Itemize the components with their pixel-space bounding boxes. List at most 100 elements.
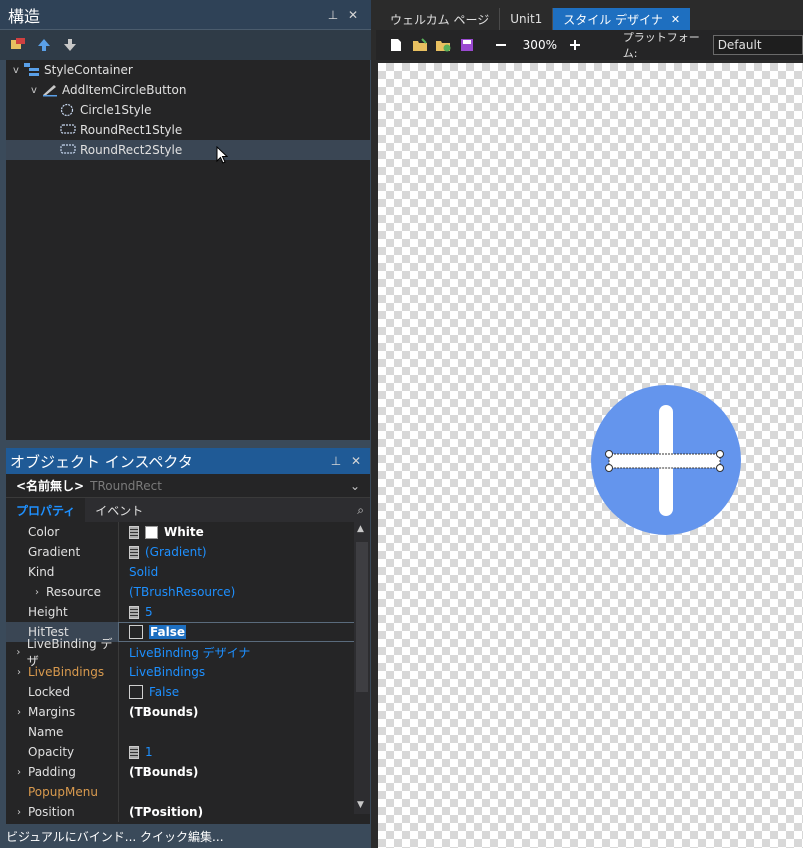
height-value: 5 bbox=[145, 605, 153, 619]
property-row-livebindings[interactable]: › LiveBindings LiveBindings bbox=[6, 662, 370, 682]
property-name: Gradient bbox=[28, 545, 81, 559]
property-row-position[interactable]: › Position (TPosition) bbox=[6, 802, 370, 822]
property-value[interactable] bbox=[118, 782, 370, 802]
property-value[interactable]: Solid bbox=[118, 562, 370, 582]
close-icon[interactable]: ✕ bbox=[346, 454, 366, 468]
move-down-icon[interactable] bbox=[60, 35, 80, 55]
resource-name: Resource bbox=[46, 585, 102, 599]
tree-item-label: Circle1Style bbox=[80, 103, 152, 117]
property-value[interactable]: (TPosition) bbox=[118, 802, 370, 822]
chevron-right-icon[interactable]: › bbox=[10, 707, 28, 718]
object-type: TRoundRect bbox=[90, 478, 162, 493]
property-name: Height bbox=[28, 605, 68, 619]
tree-item-additemcirclebutton[interactable]: v AddItemCircleButton bbox=[6, 80, 370, 100]
property-value[interactable]: LiveBindings bbox=[118, 662, 370, 682]
search-icon[interactable]: ⌕ bbox=[357, 503, 364, 518]
property-value-editor[interactable]: False ⌄ bbox=[118, 622, 370, 642]
property-value[interactable]: (TBrushResource) bbox=[118, 582, 370, 602]
scroll-thumb[interactable] bbox=[356, 542, 368, 692]
property-name: › Padding bbox=[6, 762, 118, 782]
resize-handle[interactable] bbox=[605, 450, 613, 458]
tree-item-stylecontainer[interactable]: v StyleContainer bbox=[6, 60, 370, 80]
property-row-popupmenu[interactable]: PopupMenu bbox=[6, 782, 370, 802]
tab-welcome-page[interactable]: ウェルカム ページ bbox=[380, 8, 501, 30]
tab-unit1[interactable]: Unit1 bbox=[500, 8, 554, 30]
design-canvas[interactable] bbox=[378, 63, 803, 848]
property-row-name[interactable]: Name bbox=[6, 722, 370, 742]
roundrect-horizontal-shape[interactable] bbox=[608, 453, 721, 469]
platform-select[interactable]: Default bbox=[712, 35, 803, 55]
tree-item-roundrect1style[interactable]: RoundRect1Style bbox=[6, 120, 370, 140]
tree-item-circle1style[interactable]: Circle1Style bbox=[6, 100, 370, 120]
chevron-down-icon[interactable]: v bbox=[26, 85, 42, 96]
chevron-down-icon[interactable]: ⌄ bbox=[350, 479, 360, 493]
chevron-right-icon[interactable]: › bbox=[10, 667, 28, 678]
property-row-resource[interactable]: › Resource (TBrushResource) bbox=[6, 582, 370, 602]
livebindings-name: LiveBindings bbox=[28, 665, 105, 679]
document-tabs: ウェルカム ページ Unit1 スタイル デザイナ ✕ bbox=[376, 0, 803, 30]
film-icon bbox=[129, 545, 139, 559]
property-value[interactable]: (Gradient) bbox=[118, 542, 370, 562]
zoom-out-icon[interactable] bbox=[491, 35, 511, 55]
open-folder-icon[interactable] bbox=[410, 35, 430, 55]
property-value[interactable]: (TBounds) bbox=[118, 702, 370, 722]
property-name: › Resource bbox=[6, 582, 118, 602]
property-value[interactable]: False bbox=[118, 682, 370, 702]
tab-events[interactable]: イベント bbox=[85, 498, 153, 522]
property-row-kind[interactable]: Kind Solid bbox=[6, 562, 370, 582]
resize-handle[interactable] bbox=[716, 464, 724, 472]
chevron-right-icon[interactable]: › bbox=[10, 767, 28, 778]
color-value: White bbox=[164, 525, 204, 539]
property-row-livebinding-designer[interactable]: › LiveBinding デザ LiveBinding デザイナ bbox=[6, 637, 370, 668]
chevron-down-icon[interactable]: v bbox=[8, 65, 24, 76]
property-value[interactable]: (TBounds) bbox=[118, 762, 370, 782]
add-folder-icon[interactable] bbox=[433, 35, 453, 55]
property-row-height[interactable]: Height 5 bbox=[6, 602, 370, 622]
film-icon bbox=[129, 605, 139, 619]
chevron-right-icon[interactable]: › bbox=[10, 807, 28, 818]
bind-visually-link[interactable]: ビジュアルにバインド... クイック編集... bbox=[6, 828, 224, 845]
property-row-opacity[interactable]: Opacity 1 bbox=[6, 742, 370, 762]
platform-label: プラットフォーム: bbox=[622, 31, 700, 60]
property-value[interactable]: White bbox=[118, 522, 370, 542]
property-name: › LiveBindings bbox=[6, 662, 118, 682]
resize-handle[interactable] bbox=[716, 450, 724, 458]
save-icon[interactable] bbox=[457, 35, 477, 55]
tab-properties[interactable]: プロパティ bbox=[6, 498, 86, 522]
move-up-icon[interactable] bbox=[34, 35, 54, 55]
chevron-right-icon[interactable]: › bbox=[28, 587, 46, 598]
pin-icon[interactable]: ⊥ bbox=[326, 454, 346, 468]
scroll-down-icon[interactable]: ▼ bbox=[357, 800, 364, 810]
pin-icon[interactable]: ⊥ bbox=[323, 8, 343, 22]
property-row-padding[interactable]: › Padding (TBounds) bbox=[6, 762, 370, 782]
property-value[interactable]: 5 bbox=[118, 602, 370, 622]
new-file-icon[interactable] bbox=[386, 35, 406, 55]
scroll-up-icon[interactable]: ▲ bbox=[357, 524, 364, 534]
close-icon[interactable]: ✕ bbox=[343, 8, 363, 22]
property-name: Locked bbox=[28, 685, 70, 699]
tree-item-roundrect2style[interactable]: RoundRect2Style bbox=[6, 140, 370, 164]
property-row-locked[interactable]: Locked False bbox=[6, 682, 370, 702]
property-row-margins[interactable]: › Margins (TBounds) bbox=[6, 702, 370, 722]
property-name: Name bbox=[28, 725, 64, 739]
zoom-in-icon[interactable] bbox=[565, 35, 585, 55]
checkbox[interactable] bbox=[129, 685, 143, 699]
property-value[interactable]: LiveBinding デザイナ bbox=[118, 642, 370, 662]
property-value[interactable]: 1 bbox=[118, 742, 370, 762]
delete-node-icon[interactable] bbox=[8, 35, 28, 55]
tree-item-label: AddItemCircleButton bbox=[62, 83, 187, 97]
opacity-value: 1 bbox=[145, 745, 153, 759]
property-row-gradient[interactable]: Gradient (Gradient) bbox=[6, 542, 370, 562]
close-icon[interactable]: ✕ bbox=[671, 13, 680, 26]
pane-splitter[interactable] bbox=[0, 440, 371, 448]
property-row-color[interactable]: Color White bbox=[6, 522, 370, 542]
checkbox[interactable] bbox=[129, 625, 143, 639]
tab-style-designer[interactable]: スタイル デザイナ ✕ bbox=[553, 8, 691, 30]
hittest-value[interactable]: False bbox=[149, 625, 186, 639]
property-value[interactable] bbox=[118, 722, 370, 742]
scrollbar[interactable]: ▲ ▼ bbox=[354, 522, 370, 814]
inspector-tabs: プロパティ イベント ⌕ bbox=[6, 498, 370, 522]
resize-handle[interactable] bbox=[605, 464, 613, 472]
chevron-right-icon[interactable]: › bbox=[10, 647, 27, 658]
object-selector[interactable]: <名前無し> TRoundRect ⌄ bbox=[6, 474, 370, 498]
